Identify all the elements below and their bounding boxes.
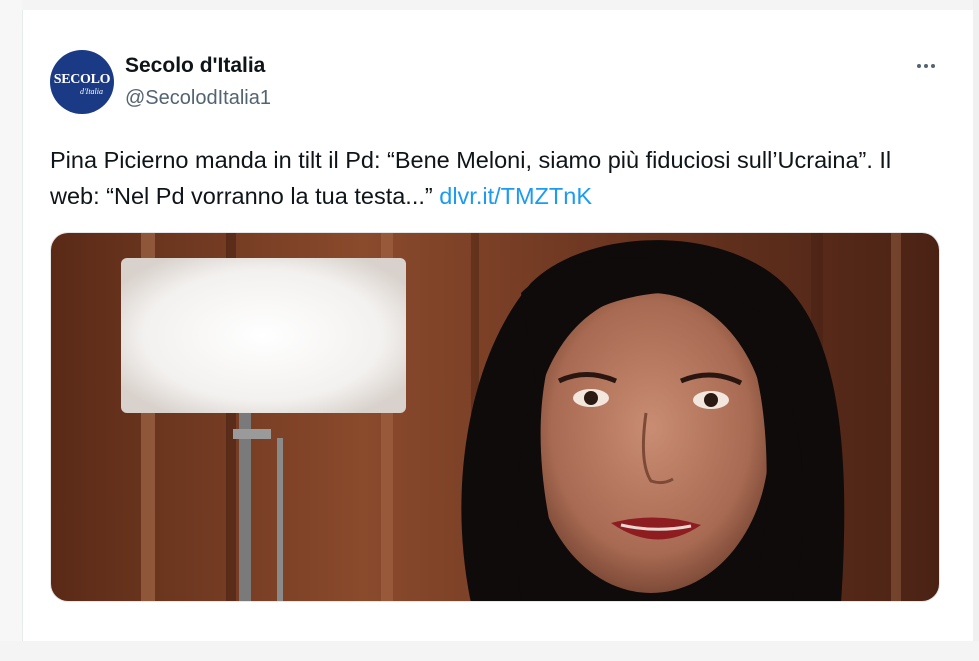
- frame-edge: [0, 0, 22, 661]
- ellipsis-icon: [931, 64, 935, 68]
- more-options-button[interactable]: [910, 54, 942, 78]
- tweet-media-image[interactable]: [50, 232, 940, 602]
- avatar-logo-subtext: d'Italia: [79, 86, 103, 96]
- avatar-logo-text: SECOLO: [53, 71, 111, 87]
- ellipsis-icon: [917, 64, 921, 68]
- frame-edge: [973, 0, 979, 661]
- frame-edge: [0, 641, 979, 661]
- screenshot-frame: SECOLO d'Italia Secolo d'Italia @Secolod…: [0, 0, 979, 661]
- tweet-link[interactable]: dlvr.it/TMZTnK: [439, 183, 592, 209]
- ellipsis-icon: [924, 64, 928, 68]
- author-display-name[interactable]: Secolo d'Italia: [125, 54, 265, 78]
- tweet-text: Pina Picierno manda in tilt il Pd: “Bene…: [50, 142, 930, 214]
- author-handle[interactable]: @SecolodItalia1: [125, 87, 271, 110]
- frame-edge: [0, 0, 979, 10]
- author-avatar[interactable]: SECOLO d'Italia: [50, 50, 114, 114]
- photo-illustration: [51, 233, 939, 601]
